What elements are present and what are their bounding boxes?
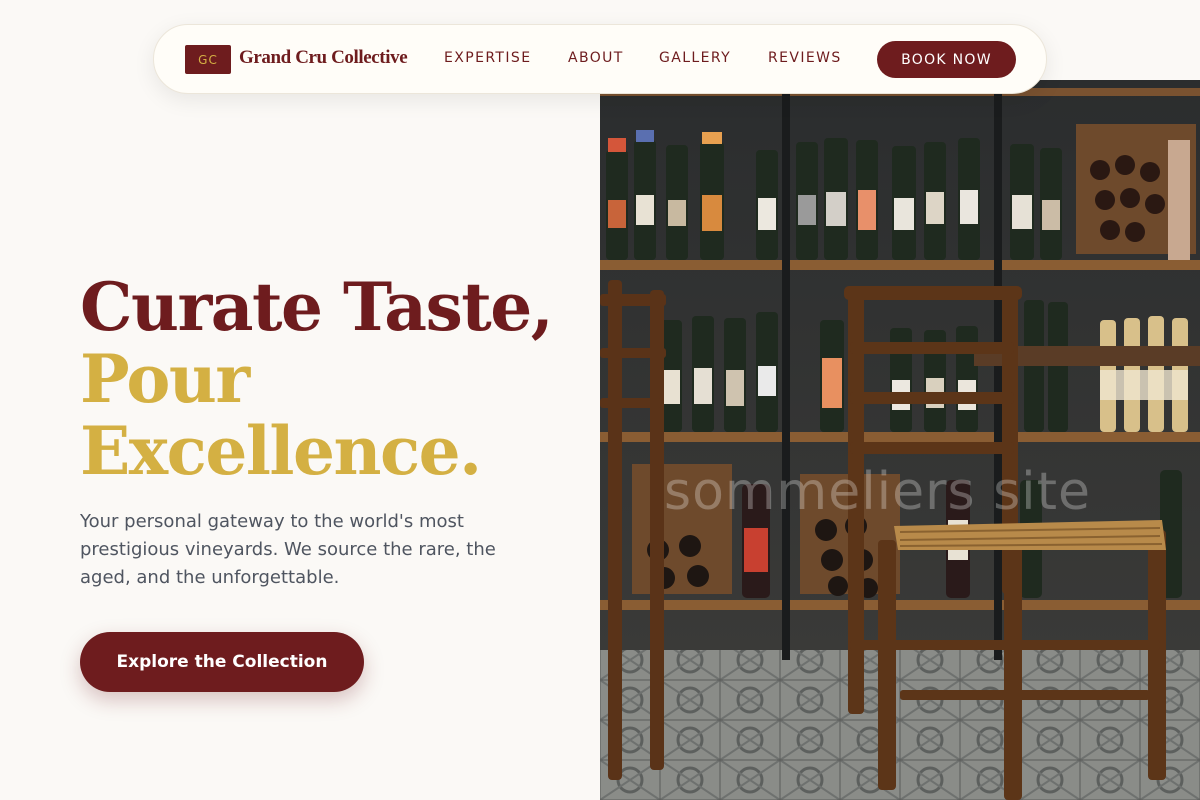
hero-title-line-3: Excellence. [80, 412, 482, 490]
hero-title-line-2: Pour [80, 340, 250, 418]
wine-cellar-illustration [600, 80, 1200, 800]
nav-link-gallery[interactable]: GALLERY [659, 50, 731, 66]
hero-subtitle: Your personal gateway to the world's mos… [80, 511, 496, 588]
explore-collection-button[interactable]: Explore the Collection [80, 632, 364, 692]
top-navigation: GC Grand Cru Collective EXPERTISE ABOUT … [153, 24, 1047, 94]
brand-name[interactable]: Grand Cru Collective [239, 47, 408, 69]
brand-logo-badge[interactable]: GC [185, 45, 231, 74]
nav-link-reviews[interactable]: REVIEWS [768, 50, 842, 66]
hero-title-line-1: Curate Taste, [80, 268, 554, 346]
book-now-button[interactable]: BOOK NOW [877, 41, 1016, 78]
nav-link-expertise[interactable]: EXPERTISE [444, 50, 531, 66]
nav-link-about[interactable]: ABOUT [568, 50, 624, 66]
wine-cellar-photo [600, 80, 1200, 800]
